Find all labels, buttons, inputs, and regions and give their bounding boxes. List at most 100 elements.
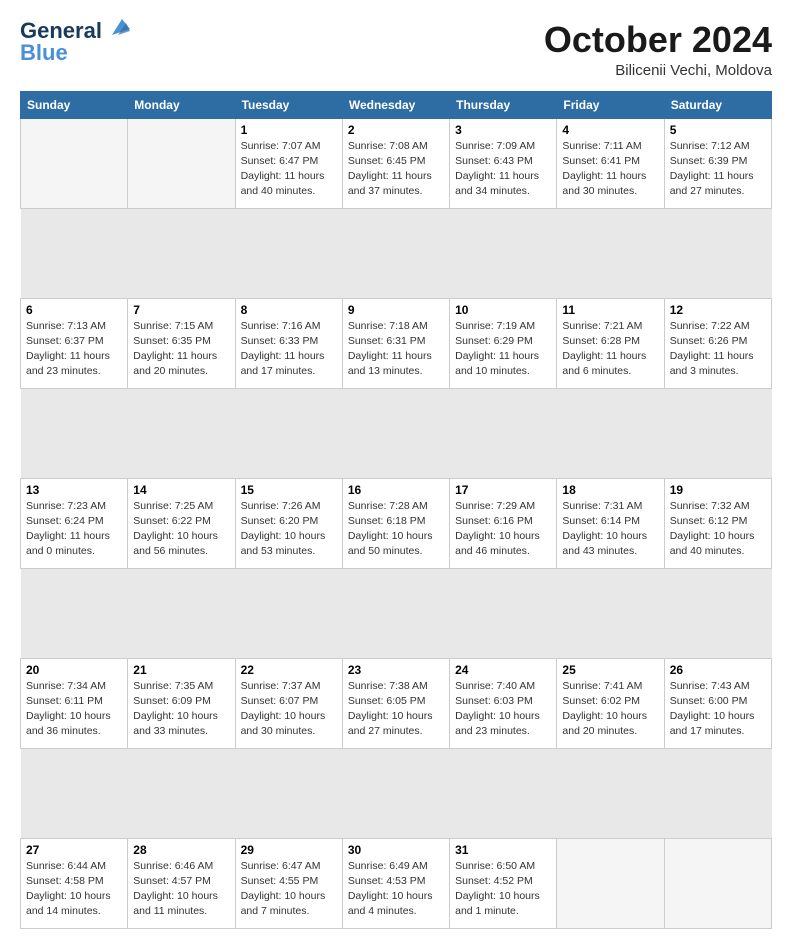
month-title: October 2024	[544, 20, 772, 60]
calendar-day-cell	[128, 118, 235, 208]
logo-text2: Blue	[20, 40, 68, 65]
calendar-day-cell: 20Sunrise: 7:34 AMSunset: 6:11 PMDayligh…	[21, 658, 128, 748]
week-spacer-row	[21, 208, 772, 298]
calendar-day-cell: 22Sunrise: 7:37 AMSunset: 6:07 PMDayligh…	[235, 658, 342, 748]
calendar-day-cell: 16 Sunrise: 7:28 AMSunset: 6:18 PMDayligh…	[342, 478, 449, 568]
calendar-day-cell: 9 Sunrise: 7:18 AMSunset: 6:31 PMDaylight…	[342, 298, 449, 388]
day-info: Sunrise: 7:23 AMSunset: 6:24 PMDaylight:…	[26, 499, 122, 560]
day-number: 27	[26, 843, 122, 857]
col-friday: Friday	[557, 91, 664, 118]
calendar-day-cell	[664, 838, 771, 928]
day-info: Sunrise: 7:08 AMSunset: 6:45 PMDaylight:…	[348, 139, 444, 200]
calendar-day-cell: 17 Sunrise: 7:29 AMSunset: 6:16 PMDayligh…	[450, 478, 557, 568]
logo-text: General	[20, 20, 102, 42]
calendar-day-cell: 7 Sunrise: 7:15 AMSunset: 6:35 PMDaylight…	[128, 298, 235, 388]
day-info: Sunrise: 7:13 AMSunset: 6:37 PMDaylight:…	[26, 319, 122, 380]
title-block: October 2024 Bilicenii Vechi, Moldova	[544, 20, 772, 79]
day-number: 3	[455, 123, 551, 137]
calendar-week-row: 20Sunrise: 7:34 AMSunset: 6:11 PMDayligh…	[21, 658, 772, 748]
logo: General Blue	[20, 20, 130, 65]
day-info: Sunrise: 7:11 AMSunset: 6:41 PMDaylight:…	[562, 139, 658, 200]
calendar-week-row: 27 Sunrise: 6:44 AMSunset: 4:58 PMDayligh…	[21, 838, 772, 928]
calendar-day-cell: 2 Sunrise: 7:08 AMSunset: 6:45 PMDaylight…	[342, 118, 449, 208]
day-info: Sunrise: 6:46 AMSunset: 4:57 PMDaylight:…	[133, 859, 229, 920]
day-number: 5	[670, 123, 766, 137]
col-monday: Monday	[128, 91, 235, 118]
calendar-day-cell: 30 Sunrise: 6:49 AMSunset: 4:53 PMDayligh…	[342, 838, 449, 928]
calendar-day-cell: 13 Sunrise: 7:23 AMSunset: 6:24 PMDayligh…	[21, 478, 128, 568]
day-info: Sunrise: 7:22 AMSunset: 6:26 PMDaylight:…	[670, 319, 766, 380]
logo-icon	[104, 17, 130, 39]
day-info: Sunrise: 7:26 AMSunset: 6:20 PMDaylight:…	[241, 499, 337, 560]
calendar-week-row: 6Sunrise: 7:13 AMSunset: 6:37 PMDaylight…	[21, 298, 772, 388]
day-info: Sunrise: 6:50 AMSunset: 4:52 PMDaylight:…	[455, 859, 551, 920]
week-spacer-row	[21, 388, 772, 478]
day-info: Sunrise: 7:15 AMSunset: 6:35 PMDaylight:…	[133, 319, 229, 380]
calendar-day-cell: 5Sunrise: 7:12 AMSunset: 6:39 PMDaylight…	[664, 118, 771, 208]
calendar-day-cell: 27 Sunrise: 6:44 AMSunset: 4:58 PMDayligh…	[21, 838, 128, 928]
day-info: Sunrise: 6:44 AMSunset: 4:58 PMDaylight:…	[26, 859, 122, 920]
day-number: 24	[455, 663, 551, 677]
calendar-day-cell: 15Sunrise: 7:26 AMSunset: 6:20 PMDayligh…	[235, 478, 342, 568]
day-number: 1	[241, 123, 337, 137]
col-thursday: Thursday	[450, 91, 557, 118]
calendar-day-cell: 26 Sunrise: 7:43 AMSunset: 6:00 PMDayligh…	[664, 658, 771, 748]
day-info: Sunrise: 7:43 AMSunset: 6:00 PMDaylight:…	[670, 679, 766, 740]
day-info: Sunrise: 7:28 AMSunset: 6:18 PMDaylight:…	[348, 499, 444, 560]
day-number: 19	[670, 483, 766, 497]
day-info: Sunrise: 7:41 AMSunset: 6:02 PMDaylight:…	[562, 679, 658, 740]
day-number: 28	[133, 843, 229, 857]
day-info: Sunrise: 6:47 AMSunset: 4:55 PMDaylight:…	[241, 859, 337, 920]
day-number: 16	[348, 483, 444, 497]
calendar-day-cell: 19Sunrise: 7:32 AMSunset: 6:12 PMDayligh…	[664, 478, 771, 568]
calendar-day-cell: 18Sunrise: 7:31 AMSunset: 6:14 PMDayligh…	[557, 478, 664, 568]
col-saturday: Saturday	[664, 91, 771, 118]
day-info: Sunrise: 7:19 AMSunset: 6:29 PMDaylight:…	[455, 319, 551, 380]
page-container: General Blue October 2024 Bilicenii Vech…	[0, 0, 792, 939]
day-info: Sunrise: 7:09 AMSunset: 6:43 PMDaylight:…	[455, 139, 551, 200]
day-info: Sunrise: 6:49 AMSunset: 4:53 PMDaylight:…	[348, 859, 444, 920]
day-number: 31	[455, 843, 551, 857]
day-number: 10	[455, 303, 551, 317]
calendar-header-row: Sunday Monday Tuesday Wednesday Thursday…	[21, 91, 772, 118]
calendar-table: Sunday Monday Tuesday Wednesday Thursday…	[20, 91, 772, 929]
calendar-day-cell: 25Sunrise: 7:41 AMSunset: 6:02 PMDayligh…	[557, 658, 664, 748]
calendar-day-cell	[557, 838, 664, 928]
day-number: 23	[348, 663, 444, 677]
calendar-day-cell: 6Sunrise: 7:13 AMSunset: 6:37 PMDaylight…	[21, 298, 128, 388]
calendar-day-cell: 12 Sunrise: 7:22 AMSunset: 6:26 PMDayligh…	[664, 298, 771, 388]
day-number: 2	[348, 123, 444, 137]
col-sunday: Sunday	[21, 91, 128, 118]
calendar-day-cell: 4 Sunrise: 7:11 AMSunset: 6:41 PMDaylight…	[557, 118, 664, 208]
day-info: Sunrise: 7:18 AMSunset: 6:31 PMDaylight:…	[348, 319, 444, 380]
day-info: Sunrise: 7:38 AMSunset: 6:05 PMDaylight:…	[348, 679, 444, 740]
day-number: 14	[133, 483, 229, 497]
day-info: Sunrise: 7:16 AMSunset: 6:33 PMDaylight:…	[241, 319, 337, 380]
day-number: 9	[348, 303, 444, 317]
day-number: 8	[241, 303, 337, 317]
calendar-day-cell: 1 Sunrise: 7:07 AMSunset: 6:47 PMDaylight…	[235, 118, 342, 208]
day-number: 26	[670, 663, 766, 677]
week-spacer-row	[21, 568, 772, 658]
calendar-day-cell: 11Sunrise: 7:21 AMSunset: 6:28 PMDayligh…	[557, 298, 664, 388]
day-info: Sunrise: 7:07 AMSunset: 6:47 PMDaylight:…	[241, 139, 337, 200]
day-number: 21	[133, 663, 229, 677]
day-number: 30	[348, 843, 444, 857]
calendar-day-cell: 3 Sunrise: 7:09 AMSunset: 6:43 PMDaylight…	[450, 118, 557, 208]
calendar-day-cell: 8 Sunrise: 7:16 AMSunset: 6:33 PMDaylight…	[235, 298, 342, 388]
calendar-day-cell: 24Sunrise: 7:40 AMSunset: 6:03 PMDayligh…	[450, 658, 557, 748]
day-number: 22	[241, 663, 337, 677]
day-number: 4	[562, 123, 658, 137]
day-number: 7	[133, 303, 229, 317]
day-number: 29	[241, 843, 337, 857]
calendar-day-cell: 28 Sunrise: 6:46 AMSunset: 4:57 PMDayligh…	[128, 838, 235, 928]
day-info: Sunrise: 7:34 AMSunset: 6:11 PMDaylight:…	[26, 679, 122, 740]
calendar-day-cell: 10 Sunrise: 7:19 AMSunset: 6:29 PMDayligh…	[450, 298, 557, 388]
calendar-day-cell: 14Sunrise: 7:25 AMSunset: 6:22 PMDayligh…	[128, 478, 235, 568]
calendar-day-cell: 21Sunrise: 7:35 AMSunset: 6:09 PMDayligh…	[128, 658, 235, 748]
day-info: Sunrise: 7:29 AMSunset: 6:16 PMDaylight:…	[455, 499, 551, 560]
day-number: 13	[26, 483, 122, 497]
col-tuesday: Tuesday	[235, 91, 342, 118]
day-number: 12	[670, 303, 766, 317]
day-number: 17	[455, 483, 551, 497]
